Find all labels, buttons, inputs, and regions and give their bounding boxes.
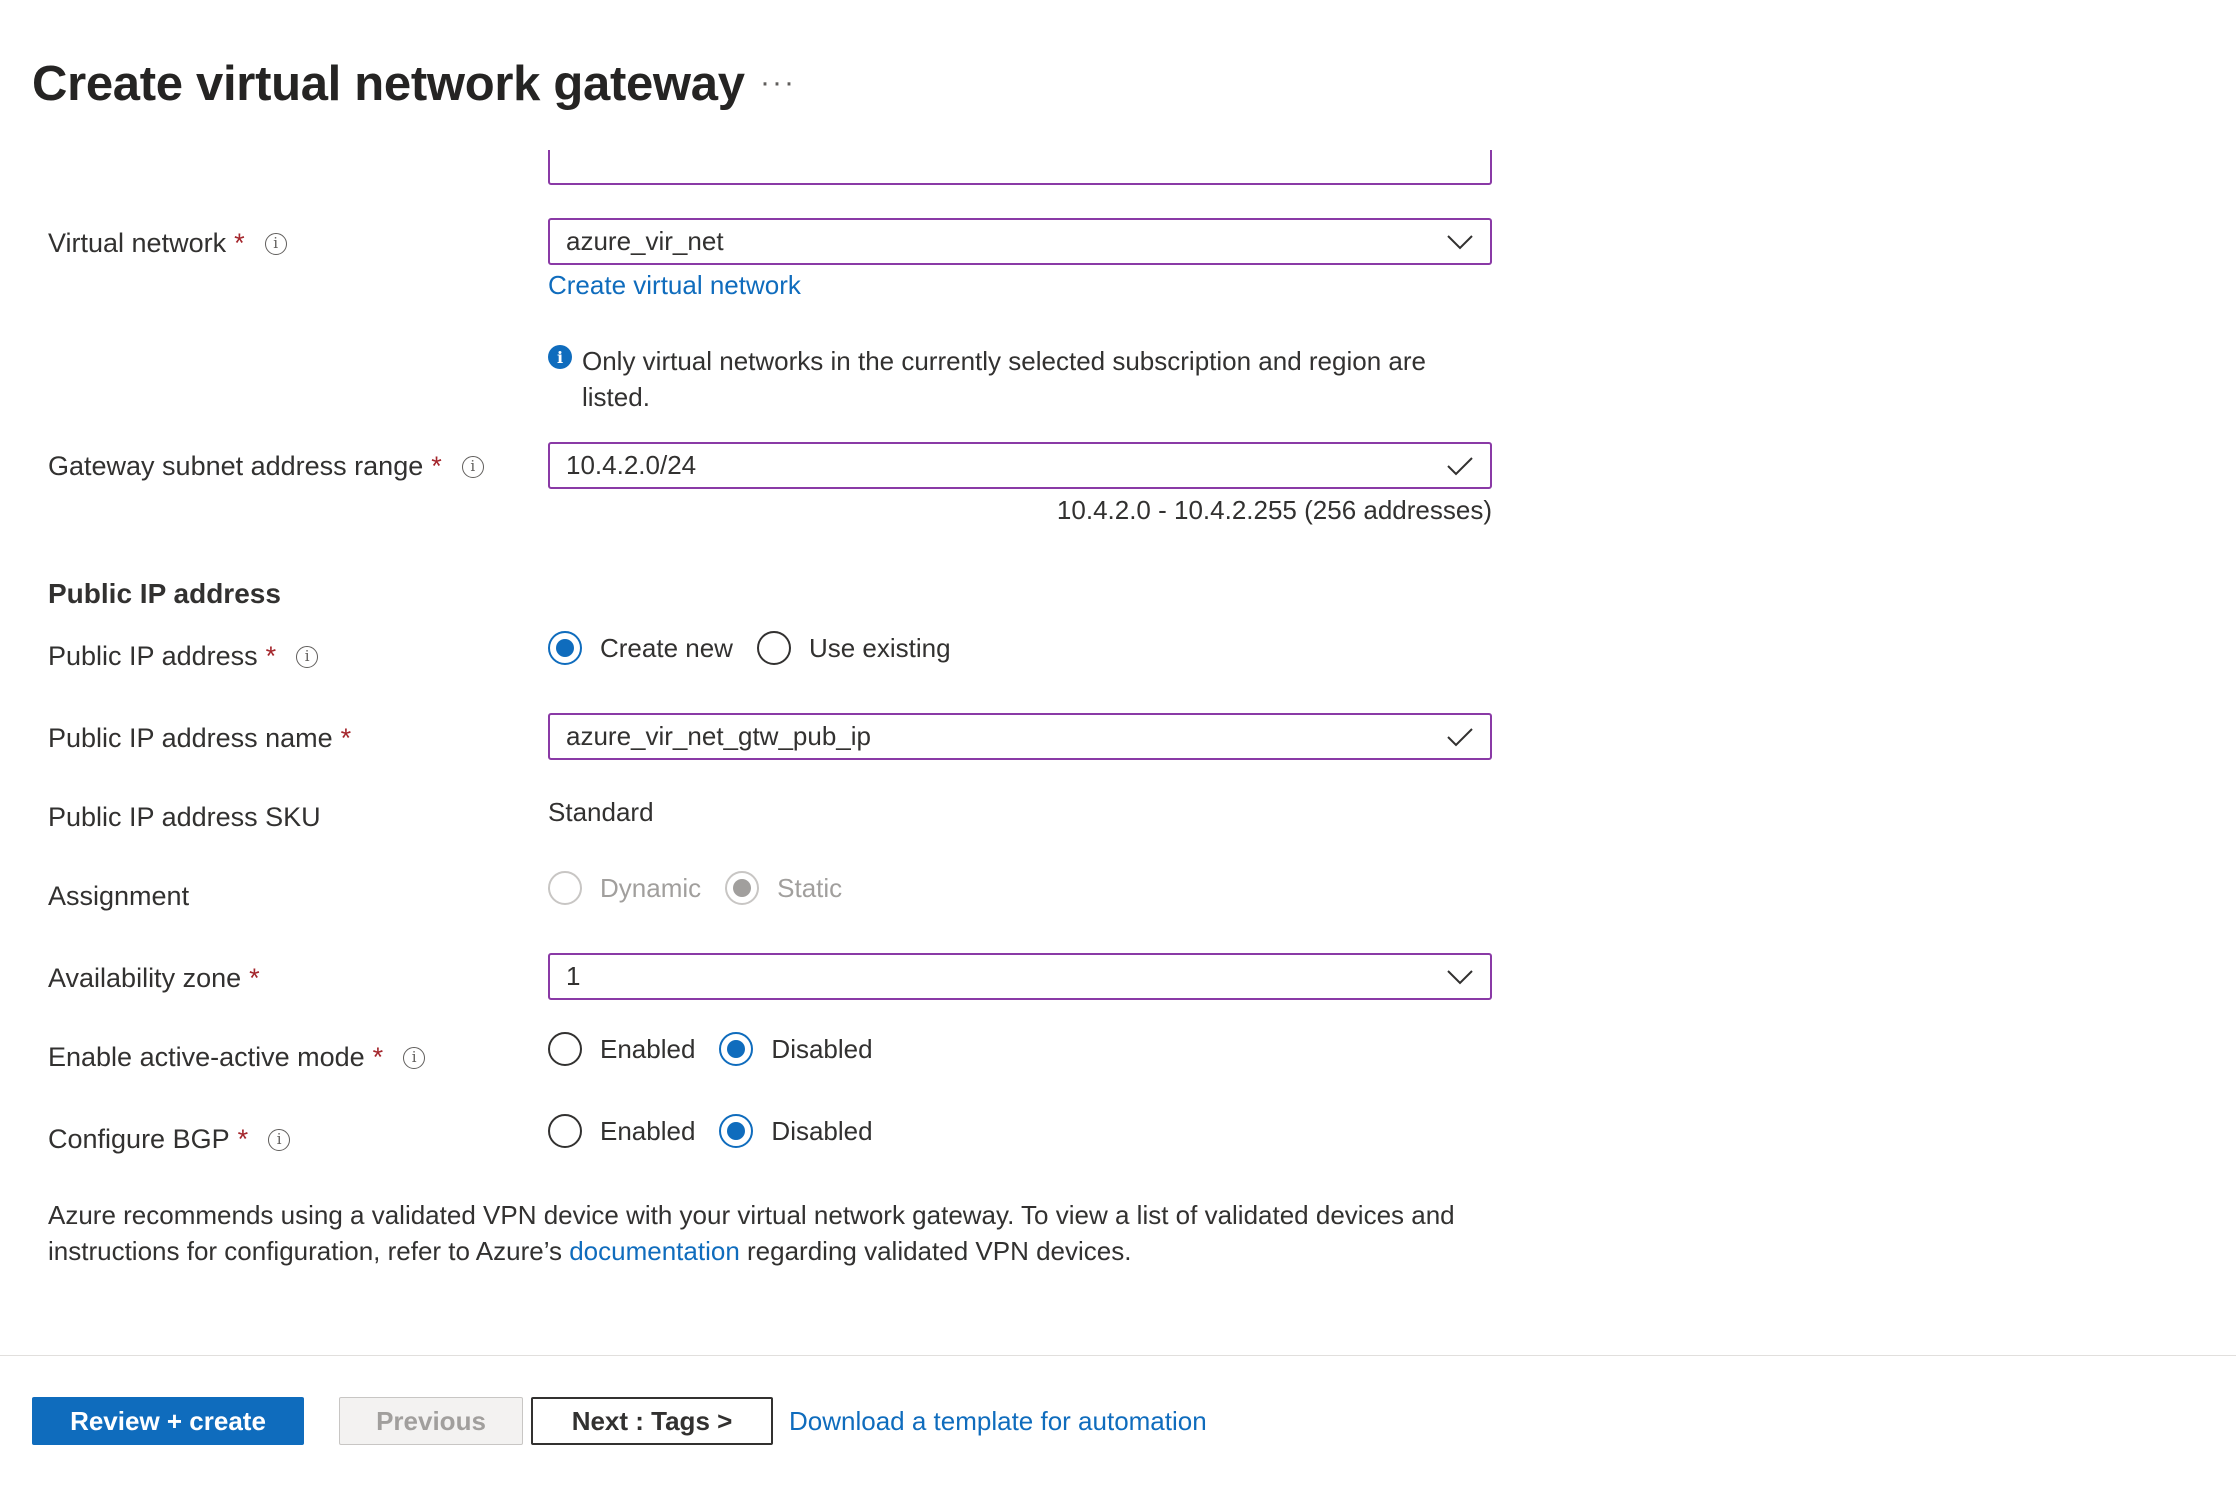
active-active-label: Enable active-active mode * i [48, 1042, 426, 1073]
clipped-label [48, 150, 248, 180]
availability-zone-label-text: Availability zone [48, 963, 242, 993]
page-title: Create virtual network gateway [32, 57, 745, 111]
radio-label: Use existing [808, 632, 951, 663]
active-active-label-text: Enable active-active mode [48, 1042, 365, 1072]
required-mark: * [249, 963, 260, 993]
assignment-label-text: Assignment [48, 881, 190, 911]
public-ip-label: Public IP address * i [48, 641, 319, 672]
chevron-down-icon[interactable] [1440, 222, 1480, 262]
public-ip-radio-group: Create new Use existing [548, 631, 975, 665]
gateway-subnet-label-text: Gateway subnet address range [48, 451, 424, 481]
radio-unselected-icon[interactable] [548, 1032, 582, 1066]
availability-zone-value: 1 [566, 961, 581, 991]
radio-active-active-enabled[interactable]: Enabled [548, 1032, 695, 1066]
radio-active-active-disabled[interactable]: Disabled [719, 1032, 873, 1066]
clipped-field[interactable] [548, 150, 1492, 185]
radio-selected-icon[interactable] [719, 1032, 754, 1066]
info-icon[interactable]: i [268, 1128, 291, 1151]
checkmark-icon [1440, 446, 1480, 486]
clipped-field-container [548, 150, 1492, 186]
public-ip-sku-label: Public IP address SKU [48, 802, 321, 833]
subnet-range-hint: 10.4.2.0 - 10.4.2.255 (256 addresses) [1056, 495, 1492, 525]
bgp-radio-group: Enabled Disabled [548, 1114, 897, 1148]
virtual-network-label-text: Virtual network [48, 228, 227, 258]
public-ip-name-input[interactable]: azure_vir_net_gtw_pub_ip [548, 713, 1492, 760]
review-create-button[interactable]: Review + create [32, 1397, 304, 1445]
radio-label: Static [777, 872, 843, 903]
availability-zone-label: Availability zone * [48, 963, 260, 994]
bgp-label: Configure BGP * i [48, 1124, 291, 1155]
gateway-subnet-input[interactable]: 10.4.2.0/24 [548, 442, 1492, 489]
availability-zone-dropdown[interactable]: 1 [548, 953, 1492, 1000]
virtual-network-value: azure_vir_net [566, 226, 724, 256]
public-ip-label-text: Public IP address [48, 641, 258, 671]
radio-label: Enabled [600, 1033, 696, 1064]
download-template-link[interactable]: Download a template for automation [789, 1406, 1207, 1437]
active-active-radio-group: Enabled Disabled [548, 1032, 897, 1066]
radio-unselected-icon [548, 871, 582, 905]
public-ip-sku-label-text: Public IP address SKU [48, 802, 321, 832]
info-icon[interactable]: i [461, 455, 484, 478]
more-options-button[interactable]: ··· [760, 66, 796, 100]
radio-selected-icon[interactable] [548, 631, 582, 665]
radio-unselected-icon[interactable] [756, 631, 791, 665]
info-icon[interactable]: i [403, 1046, 426, 1069]
radio-dynamic: Dynamic [548, 871, 701, 905]
bgp-label-text: Configure BGP [48, 1124, 230, 1154]
required-mark: * [234, 228, 245, 258]
radio-selected-icon[interactable] [719, 1114, 754, 1148]
public-ip-name-label-text: Public IP address name [48, 723, 333, 753]
documentation-link[interactable]: documentation [569, 1236, 740, 1266]
footer-divider [0, 1355, 2236, 1356]
assignment-radio-group: Dynamic Static [548, 871, 866, 905]
radio-create-new[interactable]: Create new [548, 631, 733, 665]
previous-button: Previous [339, 1397, 523, 1445]
virtual-network-info-note: i Only virtual networks in the currently… [548, 343, 1448, 415]
radio-bgp-disabled[interactable]: Disabled [719, 1114, 873, 1148]
assignment-label: Assignment [48, 881, 189, 912]
info-filled-icon: i [548, 345, 572, 369]
radio-label: Dynamic [600, 872, 702, 903]
gateway-subnet-label: Gateway subnet address range * i [48, 451, 484, 482]
info-note-text: Only virtual networks in the currently s… [582, 346, 1426, 412]
public-ip-sku-value: Standard [548, 797, 654, 827]
public-ip-name-value: azure_vir_net_gtw_pub_ip [566, 721, 871, 751]
required-mark: * [431, 451, 442, 481]
recommendation-text-end: regarding validated VPN devices. [739, 1236, 1132, 1266]
chevron-down-icon[interactable] [1440, 957, 1480, 997]
create-virtual-network-link[interactable]: Create virtual network [548, 270, 801, 301]
virtual-network-dropdown[interactable]: azure_vir_net [548, 218, 1492, 265]
radio-bgp-enabled[interactable]: Enabled [548, 1114, 695, 1148]
required-mark: * [372, 1042, 384, 1072]
radio-selected-icon [725, 871, 760, 905]
info-icon[interactable]: i [264, 232, 287, 255]
required-mark: * [265, 641, 277, 671]
radio-label: Create new [600, 632, 733, 663]
required-mark: * [237, 1124, 249, 1154]
gateway-subnet-value: 10.4.2.0/24 [566, 450, 697, 480]
next-tags-button[interactable]: Next : Tags > [531, 1397, 773, 1445]
public-ip-section-title: Public IP address [48, 578, 281, 609]
radio-static: Static [725, 871, 842, 905]
radio-use-existing[interactable]: Use existing [756, 631, 951, 665]
virtual-network-label: Virtual network * i [48, 228, 287, 259]
radio-unselected-icon[interactable] [548, 1114, 582, 1148]
info-icon[interactable]: i [296, 645, 319, 668]
radio-label: Disabled [771, 1115, 873, 1146]
public-ip-name-label: Public IP address name * [48, 723, 351, 754]
vpn-recommendation-text: Azure recommends using a validated VPN d… [48, 1197, 1508, 1269]
radio-label: Disabled [771, 1033, 873, 1064]
required-mark: * [340, 723, 352, 753]
radio-label: Enabled [600, 1115, 696, 1146]
checkmark-icon [1440, 717, 1480, 757]
